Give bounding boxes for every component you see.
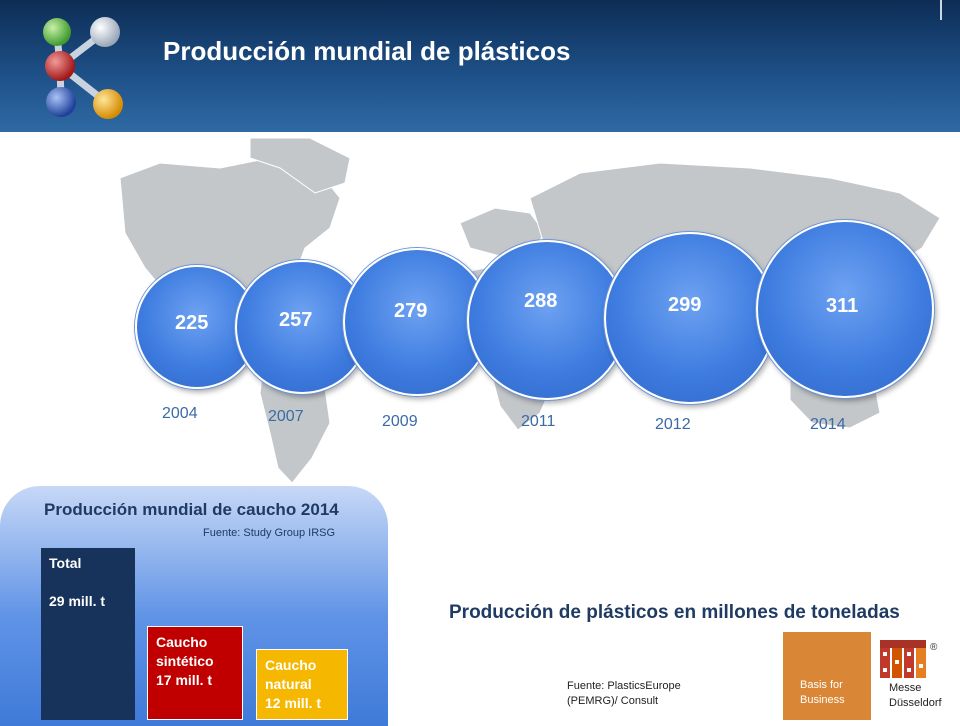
- rubber-synthetic-label-2: sintético: [156, 653, 214, 669]
- bubble-value-2014: 311: [826, 295, 859, 317]
- basis-logo-text: Basis for Business: [800, 678, 845, 708]
- rubber-title: Producción mundial de caucho 2014: [44, 500, 339, 519]
- basis-line-2: Business: [800, 694, 845, 706]
- plastics-source: Fuente: PlasticsEurope (PEMRG)/ Consult: [567, 679, 681, 709]
- year-label-2014: 2014: [810, 416, 846, 433]
- messe-logo-text: Messe Düsseldorf: [889, 681, 942, 711]
- bubble-value-2009: 279: [394, 300, 428, 322]
- molecule-logo-icon: [43, 17, 123, 119]
- rubber-synthetic-bar: Caucho sintético 17 mill. t: [147, 626, 243, 720]
- year-label-2007: 2007: [268, 408, 304, 425]
- messe-line-2: Düsseldorf: [889, 697, 942, 709]
- rubber-total-bar: Total 29 mill. t: [41, 548, 135, 720]
- bubble-value-2012: 299: [668, 294, 702, 316]
- messe-line-1: Messe: [889, 682, 922, 694]
- year-label-2009: 2009: [382, 413, 418, 430]
- rubber-natural-value: 12 mill. t: [265, 695, 322, 711]
- bubble-value-2011: 288: [524, 290, 558, 312]
- rubber-natural-label-1: Caucho: [265, 657, 317, 673]
- bubble-value-2007: 257: [279, 309, 313, 331]
- registered-mark: ®: [930, 642, 938, 653]
- bubble-2011: [467, 240, 627, 400]
- rubber-source: Fuente: Study Group IRSG: [203, 527, 336, 539]
- rubber-total-value: 29 mill. t: [49, 593, 106, 609]
- messe-duesseldorf-logo-icon: ®: [880, 640, 938, 678]
- year-label-2012: 2012: [655, 416, 691, 433]
- rubber-synthetic-value: 17 mill. t: [156, 672, 213, 688]
- page-title: Producción mundial de plásticos: [163, 36, 571, 66]
- basis-line-1: Basis for: [800, 679, 843, 691]
- plastics-source-line-1: Fuente: PlasticsEurope: [567, 680, 681, 692]
- year-label-2004: 2004: [162, 405, 198, 422]
- rubber-natural-label-2: natural: [265, 676, 312, 692]
- header-divider: [940, 0, 942, 20]
- year-label-2011: 2011: [521, 413, 556, 430]
- plastics-caption: Producción de plásticos en millones de t…: [449, 602, 900, 623]
- rubber-synthetic-label-1: Caucho: [156, 634, 208, 650]
- rubber-total-label: Total: [49, 555, 82, 571]
- bubble-value-2004: 225: [175, 312, 209, 334]
- bubble-2012: [604, 232, 776, 404]
- plastics-source-line-2: (PEMRG)/ Consult: [567, 695, 659, 707]
- rubber-natural-bar: Caucho natural 12 mill. t: [256, 649, 348, 720]
